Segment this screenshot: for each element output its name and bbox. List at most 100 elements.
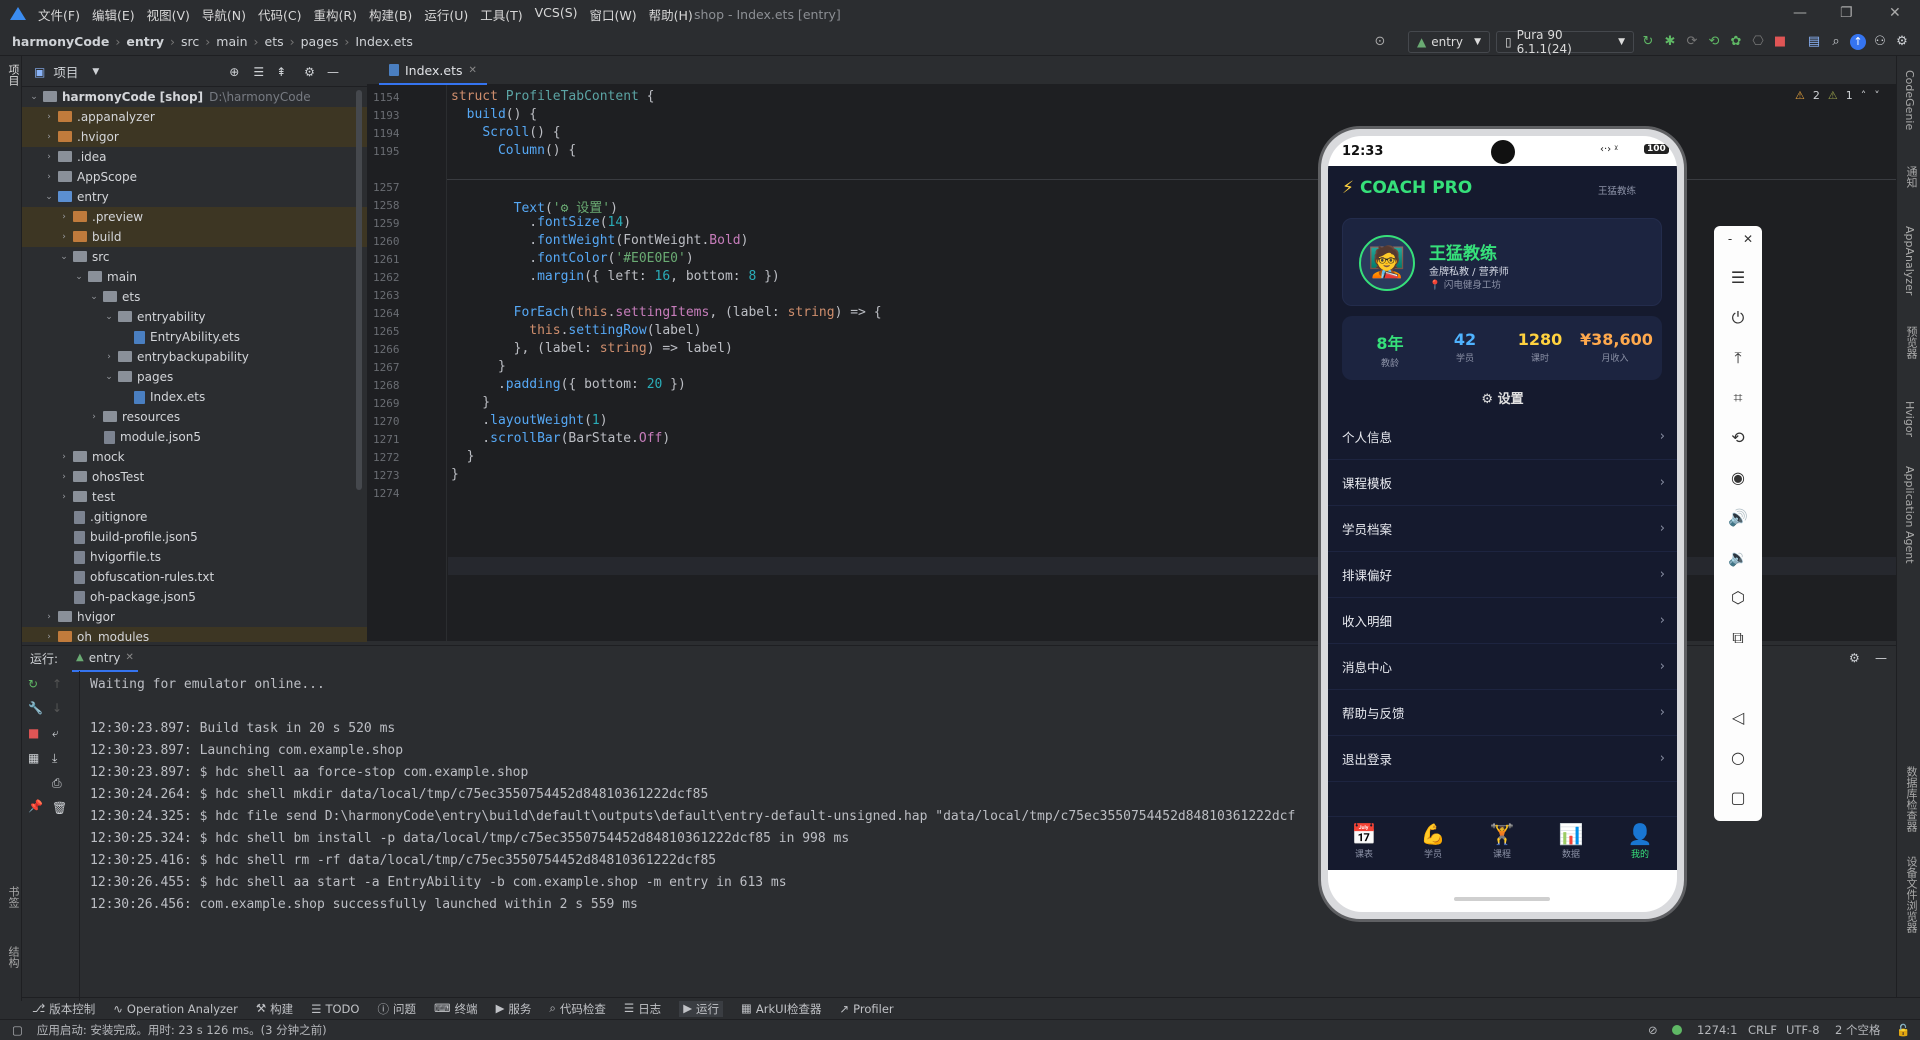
code-line[interactable]: }	[451, 449, 475, 464]
right-tool-button[interactable]: AppAnalyzer	[1903, 226, 1916, 295]
tree-item[interactable]: › .hvigor	[22, 127, 367, 147]
expand-all-icon[interactable]: ☰	[253, 65, 264, 79]
record-icon[interactable]: ◉	[1714, 468, 1762, 487]
right-tool-button[interactable]: 设备文件浏览器	[1903, 856, 1919, 933]
collapse-all-icon[interactable]: ⇞	[276, 65, 286, 79]
code-line[interactable]: .scrollBar(BarState.Off)	[451, 431, 670, 446]
run-settings-icon[interactable]: ⚙	[1849, 651, 1860, 665]
settings-menu-item[interactable]: 课程模板 ›	[1328, 460, 1677, 506]
code-editor[interactable]: 1154 struct ProfileTabContent {1193 build…	[367, 85, 1920, 641]
tool-window-button[interactable]: ☰ TODO	[311, 1002, 359, 1016]
tree-item[interactable]: ⌄ main	[22, 267, 367, 287]
breadcrumb-item[interactable]: ets	[265, 34, 284, 49]
menu-item[interactable]: VCS(S)	[535, 5, 578, 24]
settings-menu-item[interactable]: 帮助与反馈 ›	[1328, 690, 1677, 736]
menu-item[interactable]: 运行(U)	[424, 5, 468, 24]
panel-options-icon[interactable]: ⚙	[304, 65, 315, 79]
rerun-icon[interactable]: ↻	[1640, 34, 1656, 50]
code-line[interactable]: .margin({ left: 16, bottom: 8 })	[451, 269, 780, 284]
right-tool-button[interactable]: 数据库检查器	[1903, 766, 1919, 832]
profile-icon[interactable]: ✿	[1728, 34, 1744, 50]
power-icon[interactable]: ⏻	[1714, 308, 1762, 328]
project-view-selector[interactable]: 项目	[53, 62, 78, 81]
tree-item[interactable]: › AppScope	[22, 167, 367, 187]
settings-menu-item[interactable]: 收入明细 ›	[1328, 598, 1677, 644]
module-selector[interactable]: ▲ entry ▼	[1408, 31, 1490, 53]
tree-item[interactable]: module.json5	[22, 427, 367, 447]
menu-item[interactable]: 窗口(W)	[590, 5, 637, 24]
tool-window-button[interactable]: ⌕ 代码检查	[549, 1001, 605, 1017]
home-indicator[interactable]	[1454, 897, 1550, 901]
code-line[interactable]: Text('⚙ 设置')	[451, 197, 618, 216]
code-line[interactable]: .fontWeight(FontWeight.Bold)	[451, 233, 748, 248]
soft-wrap-icon[interactable]: ⤶	[52, 726, 59, 741]
rerun-icon[interactable]: ↻	[28, 677, 38, 691]
arrow-up-icon[interactable]: ↑	[52, 677, 62, 691]
status-layout-icon[interactable]: ▢	[12, 1023, 23, 1037]
project-tool-button[interactable]: 项目	[5, 64, 21, 86]
settings-menu-item[interactable]: 退出登录 ›	[1328, 736, 1677, 782]
lock-icon[interactable]: 🔓	[1896, 1023, 1910, 1037]
tree-item[interactable]: EntryAbility.ets	[22, 327, 367, 347]
menu-item[interactable]: 构建(B)	[369, 5, 412, 24]
settings-menu-item[interactable]: 排课偏好 ›	[1328, 552, 1677, 598]
code-line[interactable]: }	[451, 467, 459, 482]
tab-index-ets[interactable]: Index.ets ✕	[379, 57, 487, 85]
maximize-icon[interactable]: ❐	[1840, 5, 1853, 21]
tree-item[interactable]: › build	[22, 227, 367, 247]
structure-tool-button[interactable]: 结构	[5, 946, 21, 968]
settings-menu-item[interactable]: 个人信息 ›	[1328, 414, 1677, 460]
hide-panel-icon[interactable]: —	[327, 65, 339, 79]
nav-tab-0[interactable]: 📅 课表	[1329, 821, 1399, 860]
menu-item[interactable]: 代码(C)	[258, 5, 301, 24]
tree-item[interactable]: › .appanalyzer	[22, 107, 367, 127]
close-window-icon[interactable]: ✕	[1889, 5, 1901, 21]
menu-item[interactable]: 工具(T)	[480, 5, 522, 24]
status-message[interactable]: 应用启动: 安装完成。用时: 23 s 126 ms。(3 分钟之前)	[37, 1022, 327, 1038]
multi-screen-icon[interactable]: ⧉	[1714, 628, 1762, 648]
close-icon[interactable]: ✕	[1724, 232, 1772, 246]
shake-icon[interactable]: ⬡	[1714, 588, 1762, 607]
menu-item[interactable]: 编辑(E)	[92, 5, 135, 24]
code-line[interactable]: .fontSize(14)	[451, 215, 631, 230]
print-icon[interactable]: ⎙	[52, 776, 62, 791]
close-tab-icon[interactable]: ✕	[125, 652, 133, 663]
chevron-down-icon[interactable]: ▼	[92, 67, 99, 77]
settings-menu-item[interactable]: 学员档案 ›	[1328, 506, 1677, 552]
code-line[interactable]: }, (label: string) => label)	[451, 341, 733, 356]
menu-item[interactable]: 文件(F)	[38, 5, 80, 24]
close-tab-icon[interactable]: ✕	[469, 65, 477, 76]
scroll-to-end-icon[interactable]: ⤓	[52, 751, 57, 766]
tool-window-button[interactable]: ▶ 服务	[496, 1001, 532, 1017]
search-icon[interactable]: ⌕	[1828, 34, 1844, 50]
code-line[interactable]: }	[451, 359, 506, 374]
back-icon[interactable]: ◁	[1714, 708, 1762, 727]
recents-icon[interactable]: ▢	[1714, 788, 1762, 807]
tree-item[interactable]: ⌄ entry	[22, 187, 367, 207]
tree-item[interactable]: › .idea	[22, 147, 367, 167]
volume-up-icon[interactable]: 🔊	[1714, 508, 1762, 527]
tree-item[interactable]: › resources	[22, 407, 367, 427]
target-icon[interactable]: ⊙	[1372, 34, 1388, 50]
nav-tab-4[interactable]: 👤 我的	[1605, 821, 1675, 860]
code-line[interactable]: .layoutWeight(1)	[451, 413, 607, 428]
layout-icon[interactable]: ▦	[28, 751, 39, 765]
line-separator[interactable]: CRLF	[1748, 1023, 1777, 1037]
tool-window-button[interactable]: ⌨ 终端	[434, 1001, 478, 1017]
breadcrumb-item[interactable]: harmonyCode	[12, 34, 109, 49]
code-line[interactable]: }	[451, 395, 490, 410]
tree-item[interactable]: › mock	[22, 447, 367, 467]
device-selector[interactable]: ▯ Pura 90 6.1.1(24) ▼	[1496, 28, 1634, 56]
tool-window-button[interactable]: ⎇ 版本控制	[32, 1001, 95, 1017]
nav-tab-1[interactable]: 💪 学员	[1398, 821, 1468, 860]
profile-card[interactable]: 🧑‍🏫 王猛教练 金牌私教 / 营养师 📍 闪电健身工坊	[1342, 218, 1662, 306]
menu-icon[interactable]: ☰	[1714, 268, 1762, 287]
tool-window-button[interactable]: ∿ Operation Analyzer	[113, 1002, 238, 1016]
tree-item[interactable]: Index.ets	[22, 387, 367, 407]
arrow-down-icon[interactable]: ↓	[52, 701, 62, 715]
chevron-down-icon[interactable]: ˅	[1874, 89, 1880, 102]
tree-root[interactable]: ⌄ harmonyCode [shop] D:\harmonyCode	[22, 87, 367, 107]
code-line[interactable]: ForEach(this.settingItems, (label: strin…	[451, 305, 882, 320]
tool-window-button[interactable]: ↗ Profiler	[840, 1002, 894, 1016]
device-manager-icon[interactable]: ▤	[1806, 34, 1822, 50]
